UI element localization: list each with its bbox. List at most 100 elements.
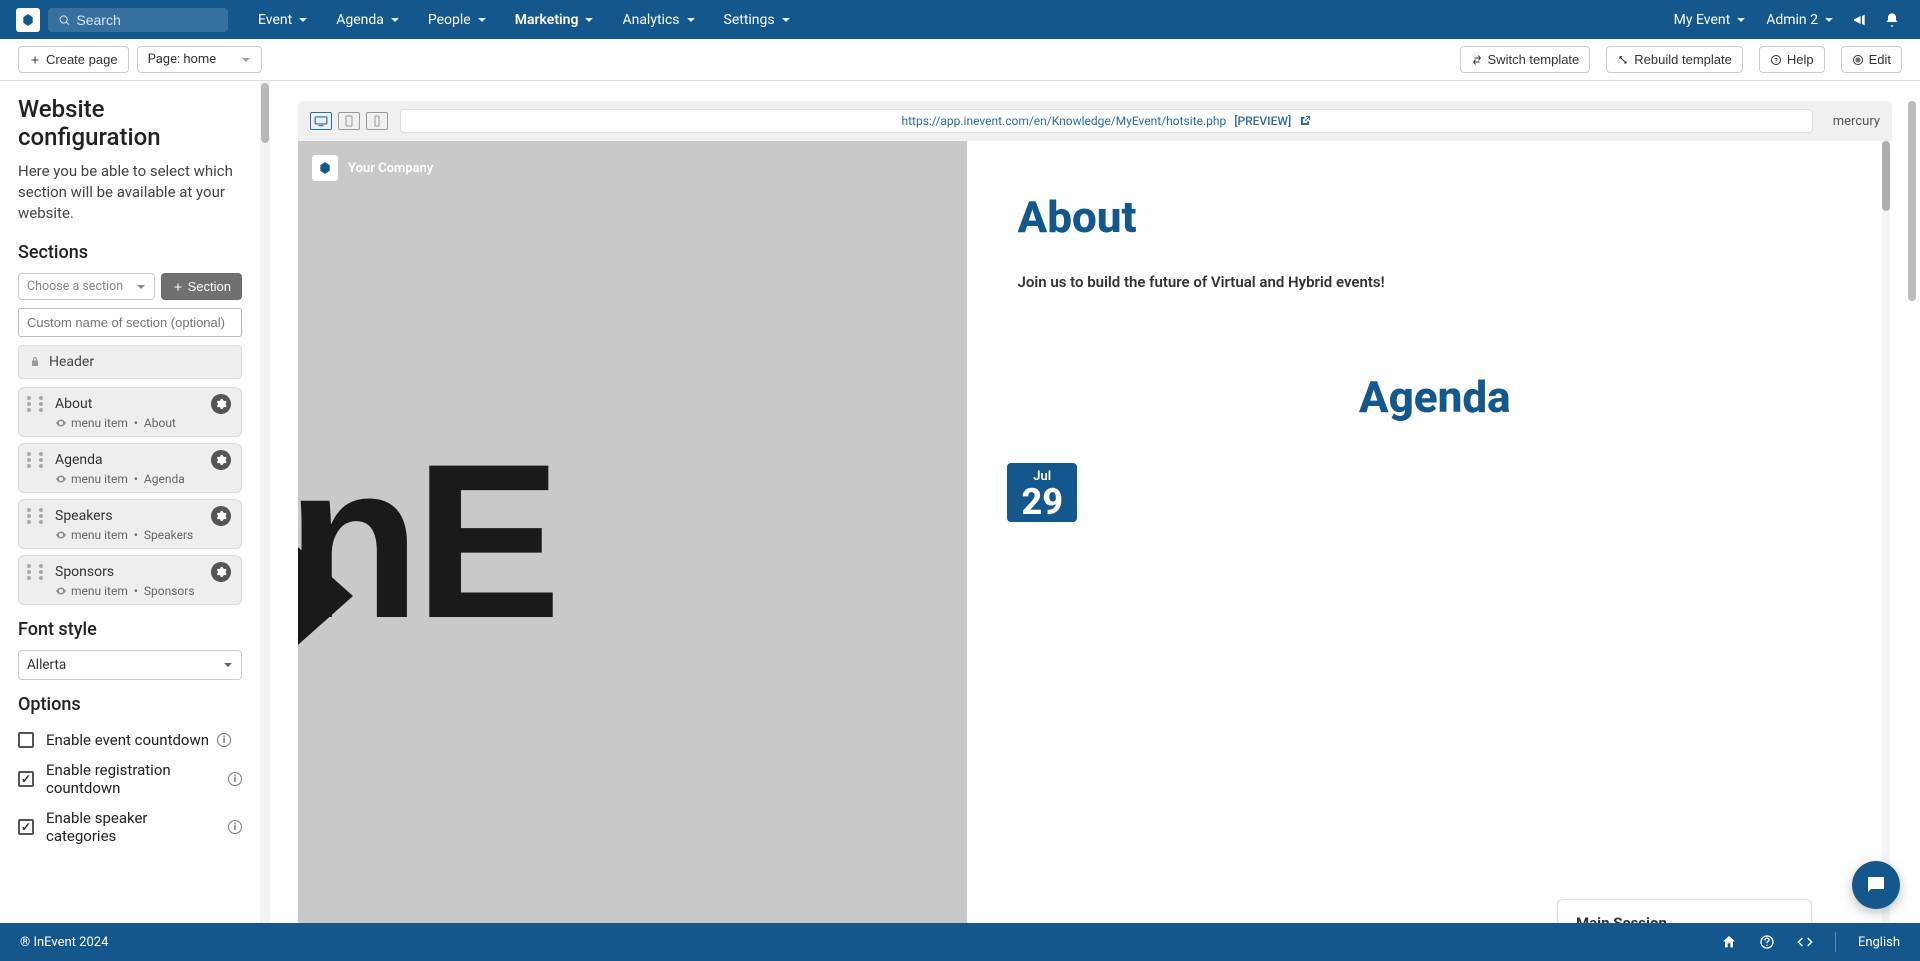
- section-sub-menu: menu item: [71, 472, 128, 486]
- preview-toolbar: https://app.inevent.com/en/Knowledge/MyE…: [298, 101, 1892, 141]
- agenda-date-card[interactable]: Jul 29: [1007, 463, 1077, 522]
- option-row: Enable speaker categories i: [18, 803, 242, 851]
- bell-icon[interactable]: [1884, 12, 1900, 28]
- section-header: Header: [18, 345, 242, 379]
- section-card-agenda[interactable]: Agenda menu item•Agenda: [18, 443, 242, 493]
- drag-handle-icon[interactable]: [27, 508, 35, 524]
- nav-settings[interactable]: Settings: [710, 0, 805, 39]
- drag-handle-icon[interactable]: [39, 396, 47, 412]
- preview-inner-scrollbar[interactable]: [1882, 141, 1890, 923]
- preview-url: https://app.inevent.com/en/Knowledge/MyE…: [902, 114, 1227, 128]
- section-gear-button[interactable]: [211, 506, 231, 526]
- section-sub-menu: menu item: [71, 528, 128, 542]
- drag-handle-icon[interactable]: [39, 508, 47, 524]
- nav-event[interactable]: Event: [244, 0, 322, 39]
- section-card-sponsors[interactable]: Sponsors menu item•Sponsors: [18, 555, 242, 605]
- footer: ® InEvent 2024 English: [0, 923, 1920, 961]
- about-title: About: [1017, 191, 1852, 243]
- create-page-button[interactable]: Create page: [18, 46, 129, 73]
- preview-tag: [PREVIEW]: [1234, 114, 1291, 128]
- sidebar-scrollbar[interactable]: [260, 81, 270, 923]
- section-sub-label: Agenda: [144, 472, 185, 486]
- help-button[interactable]: ? Help: [1759, 46, 1825, 73]
- section-sub-label: Speakers: [144, 528, 193, 542]
- announcement-icon[interactable]: [1852, 12, 1868, 28]
- add-section-button[interactable]: Section: [161, 273, 242, 300]
- device-tablet-button[interactable]: [338, 112, 360, 130]
- agenda-title: Agenda: [1017, 371, 1852, 423]
- nav-analytics[interactable]: Analytics: [608, 0, 709, 39]
- section-sub-label: Sponsors: [144, 584, 195, 598]
- edit-button[interactable]: Edit: [1841, 46, 1902, 73]
- preview-outer-scrollbar[interactable]: [1908, 101, 1916, 923]
- session-name: Main Session: [1576, 914, 1793, 923]
- preview-area: https://app.inevent.com/en/Knowledge/MyE…: [270, 81, 1920, 923]
- nav-people[interactable]: People: [414, 0, 501, 39]
- section-gear-button[interactable]: [211, 394, 231, 414]
- external-link-icon[interactable]: [1299, 115, 1311, 127]
- section-title: Speakers: [55, 508, 211, 524]
- preview-hero: Your Company InE: [298, 141, 967, 923]
- user-menu[interactable]: Admin 2: [1756, 0, 1844, 39]
- options-heading: Options: [18, 694, 242, 715]
- lock-icon: [29, 356, 41, 368]
- main-nav: Event Agenda People Marketing Analytics …: [244, 0, 805, 39]
- section-sub-menu: menu item: [71, 584, 128, 598]
- footer-language[interactable]: English: [1858, 935, 1900, 950]
- option-checkbox[interactable]: [18, 732, 34, 748]
- option-checkbox[interactable]: [18, 819, 34, 835]
- session-card[interactable]: Main Session Start End: [1557, 899, 1812, 923]
- event-selector[interactable]: My Event: [1664, 0, 1757, 39]
- code-icon[interactable]: [1797, 934, 1813, 950]
- section-title: Sponsors: [55, 564, 211, 580]
- drag-handle-icon[interactable]: [39, 564, 47, 580]
- font-style-heading: Font style: [18, 619, 242, 640]
- eye-icon: [55, 529, 67, 541]
- top-navbar: Event Agenda People Marketing Analytics …: [0, 0, 1920, 39]
- option-row: Enable event countdown i: [18, 725, 242, 755]
- font-select[interactable]: Allerta: [18, 650, 242, 680]
- nav-agenda[interactable]: Agenda: [322, 0, 414, 39]
- section-gear-button[interactable]: [211, 450, 231, 470]
- sidebar-title: Website configuration: [18, 95, 242, 151]
- section-gear-button[interactable]: [211, 562, 231, 582]
- info-icon[interactable]: i: [217, 733, 231, 747]
- help-footer-icon[interactable]: [1759, 934, 1775, 950]
- rebuild-template-button[interactable]: Rebuild template: [1606, 46, 1743, 73]
- option-checkbox[interactable]: [18, 771, 34, 787]
- chat-bubble-button[interactable]: [1852, 861, 1900, 909]
- preview-content: About Join us to build the future of Vir…: [967, 141, 1892, 923]
- search-input[interactable]: [76, 12, 218, 28]
- preview-body: Your Company InE About Join us to build …: [298, 141, 1892, 923]
- drag-handle-icon[interactable]: [27, 396, 35, 412]
- company-logo-icon: [312, 155, 338, 181]
- drag-handle-icon[interactable]: [27, 564, 35, 580]
- eye-icon: [55, 473, 67, 485]
- footer-copyright: ® InEvent 2024: [20, 935, 108, 950]
- option-label: Enable event countdown: [46, 731, 209, 749]
- info-icon[interactable]: i: [228, 820, 242, 834]
- sections-heading: Sections: [18, 242, 242, 263]
- theme-name: mercury: [1833, 114, 1880, 129]
- info-icon[interactable]: i: [228, 772, 242, 786]
- drag-handle-icon[interactable]: [27, 452, 35, 468]
- drag-handle-icon[interactable]: [39, 452, 47, 468]
- section-sub-label: About: [144, 416, 176, 430]
- device-mobile-button[interactable]: [366, 112, 388, 130]
- search-input-wrap[interactable]: [48, 8, 228, 32]
- section-card-about[interactable]: About menu item•About: [18, 387, 242, 437]
- about-text: Join us to build the future of Virtual a…: [1017, 273, 1852, 291]
- page-select[interactable]: Page: home: [137, 46, 262, 73]
- switch-template-button[interactable]: Switch template: [1460, 46, 1591, 73]
- app-logo[interactable]: [16, 8, 40, 32]
- section-card-speakers[interactable]: Speakers menu item•Speakers: [18, 499, 242, 549]
- choose-section-select[interactable]: Choose a section: [18, 273, 155, 300]
- home-icon[interactable]: [1721, 934, 1737, 950]
- nav-marketing[interactable]: Marketing: [501, 0, 609, 39]
- page-toolbar: Create page Page: home Switch template R…: [0, 39, 1920, 81]
- section-sub-menu: menu item: [71, 416, 128, 430]
- preview-url-bar[interactable]: https://app.inevent.com/en/Knowledge/MyE…: [400, 109, 1813, 133]
- option-label: Enable registration countdown: [46, 761, 220, 797]
- device-desktop-button[interactable]: [310, 112, 332, 130]
- custom-section-name-input[interactable]: [18, 308, 242, 337]
